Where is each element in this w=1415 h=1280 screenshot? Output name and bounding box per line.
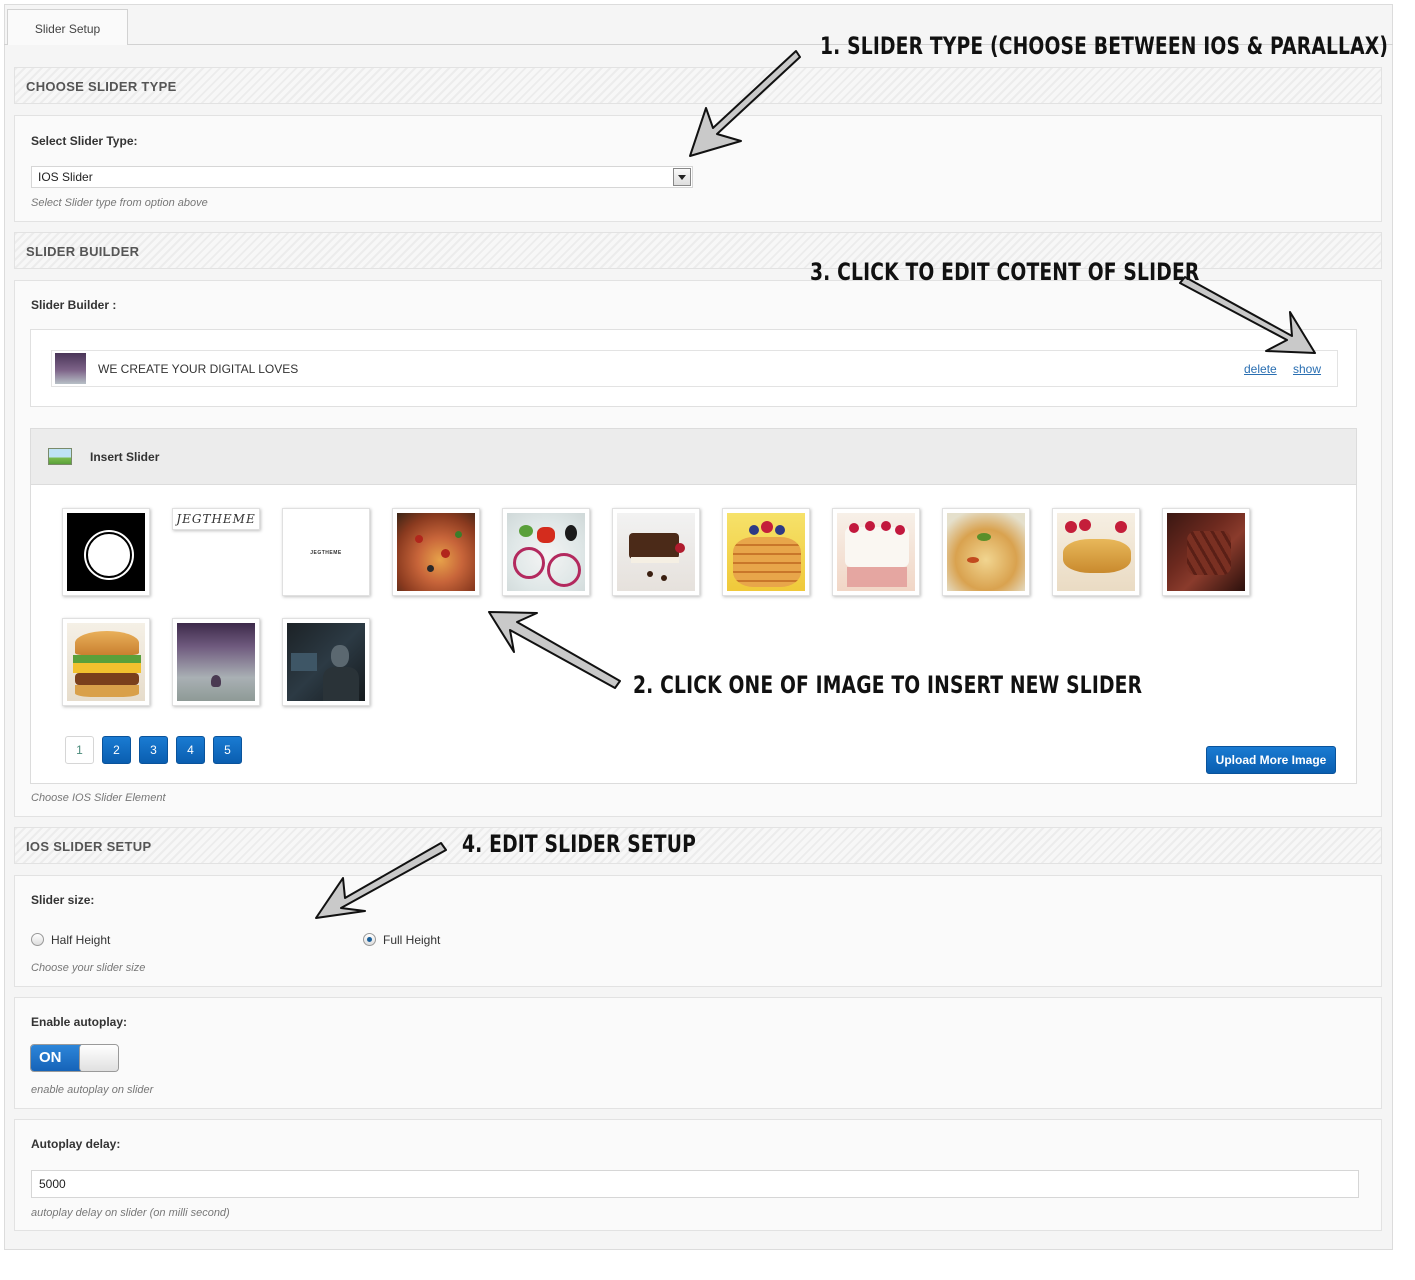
autoplay-label: Enable autoplay: bbox=[31, 1015, 128, 1029]
thumb-black-circle-logo[interactable] bbox=[62, 508, 150, 596]
insert-slider-header: Insert Slider bbox=[31, 429, 1356, 485]
slide-thumbnail bbox=[55, 353, 86, 384]
full-height-label[interactable]: Full Height bbox=[383, 933, 440, 947]
autoplay-toggle[interactable]: ON bbox=[30, 1044, 119, 1072]
slider-type-panel: Select Slider Type: IOS Slider Select Sl… bbox=[14, 115, 1382, 222]
thumb-pasta[interactable] bbox=[942, 508, 1030, 596]
thumb-steak[interactable] bbox=[1162, 508, 1250, 596]
slide-list: WE CREATE YOUR DIGITAL LOVES delete show bbox=[30, 329, 1357, 407]
thumb-salad[interactable] bbox=[502, 508, 590, 596]
thumb-jegtheme-script-logo[interactable]: JEGTHEME bbox=[172, 508, 260, 530]
slider-builder-label: Slider Builder : bbox=[31, 298, 117, 312]
image-icon bbox=[48, 448, 72, 465]
full-height-radio[interactable] bbox=[363, 933, 376, 946]
slider-builder-hint: Choose IOS Slider Element bbox=[31, 792, 166, 804]
upload-more-image-button[interactable]: Upload More Image bbox=[1206, 746, 1336, 774]
slider-size-label: Slider size: bbox=[31, 893, 95, 907]
thumb-pizza[interactable] bbox=[392, 508, 480, 596]
delete-link[interactable]: delete bbox=[1244, 362, 1277, 376]
page-2-button[interactable]: 2 bbox=[102, 736, 131, 764]
page-3-button[interactable]: 3 bbox=[139, 736, 168, 764]
slide-title: WE CREATE YOUR DIGITAL LOVES bbox=[98, 362, 299, 376]
thumb-jegtheme-logo[interactable]: JEGTHEME bbox=[282, 508, 370, 596]
thumb-raspberry-cake[interactable] bbox=[832, 508, 920, 596]
half-height-label[interactable]: Half Height bbox=[51, 933, 110, 947]
autoplay-hint: enable autoplay on slider bbox=[31, 1084, 154, 1096]
autoplay-delay-label: Autoplay delay: bbox=[31, 1137, 121, 1151]
thumb-crepes[interactable] bbox=[1052, 508, 1140, 596]
autoplay-delay-panel: Autoplay delay: 5000 autoplay delay on s… bbox=[14, 1119, 1382, 1231]
slider-type-select[interactable]: IOS Slider bbox=[31, 166, 693, 188]
jegtheme-logo-text: JEGTHEME bbox=[287, 513, 365, 591]
page-1-button[interactable]: 1 bbox=[65, 736, 94, 764]
page-5-button[interactable]: 5 bbox=[213, 736, 242, 764]
thumb-chocolate-cake[interactable] bbox=[612, 508, 700, 596]
insert-slider-title: Insert Slider bbox=[90, 450, 160, 464]
autoplay-toggle-state: ON bbox=[31, 1045, 81, 1071]
chevron-down-icon[interactable] bbox=[673, 168, 691, 186]
slider-size-hint: Choose your slider size bbox=[31, 962, 146, 974]
autoplay-delay-input[interactable]: 5000 bbox=[31, 1170, 1359, 1198]
half-height-radio[interactable] bbox=[31, 933, 44, 946]
thumb-pancakes[interactable] bbox=[722, 508, 810, 596]
toggle-knob[interactable] bbox=[79, 1045, 118, 1071]
section-heading-choose-slider-type: CHOOSE SLIDER TYPE bbox=[14, 67, 1382, 104]
annotation-1: 1. SLIDER TYPE (CHOOSE BETWEEN IOS & PAR… bbox=[820, 32, 1389, 60]
slide-item: WE CREATE YOUR DIGITAL LOVES delete show bbox=[51, 350, 1338, 387]
thumb-purple-landscape[interactable] bbox=[172, 618, 260, 706]
insert-slider-box: Insert Slider JEGTHEME JEGTHEME 1 2 3 4 … bbox=[30, 428, 1357, 784]
show-link[interactable]: show bbox=[1293, 362, 1321, 376]
slider-type-hint: Select Slider type from option above bbox=[31, 197, 208, 209]
autoplay-delay-hint: autoplay delay on slider (on milli secon… bbox=[31, 1207, 230, 1219]
thumb-burger[interactable] bbox=[62, 618, 150, 706]
slider-type-label: Select Slider Type: bbox=[31, 134, 138, 148]
slider-builder-panel: Slider Builder : WE CREATE YOUR DIGITAL … bbox=[14, 280, 1382, 817]
slider-type-value: IOS Slider bbox=[38, 170, 93, 184]
tab-slider-setup[interactable]: Slider Setup bbox=[7, 9, 128, 45]
page-4-button[interactable]: 4 bbox=[176, 736, 205, 764]
annotation-3: 3. CLICK TO EDIT COTENT OF SLIDER bbox=[810, 258, 1200, 286]
annotation-4: 4. EDIT SLIDER SETUP bbox=[462, 830, 696, 858]
thumb-man-at-computer[interactable] bbox=[282, 618, 370, 706]
jegtheme-script-text: JEGTHEME bbox=[176, 512, 256, 526]
annotation-2: 2. CLICK ONE OF IMAGE TO INSERT NEW SLID… bbox=[633, 671, 1143, 699]
slider-size-panel: Slider size: Half Height Full Height Cho… bbox=[14, 875, 1382, 987]
section-heading-ios-slider-setup: IOS SLIDER SETUP bbox=[14, 827, 1382, 864]
autoplay-panel: Enable autoplay: ON enable autoplay on s… bbox=[14, 997, 1382, 1109]
